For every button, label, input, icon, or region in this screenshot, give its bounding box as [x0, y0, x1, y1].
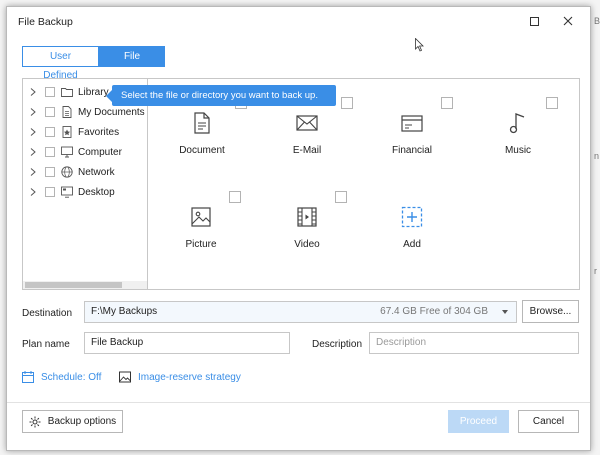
image-icon	[119, 371, 131, 383]
tab-user-defined[interactable]: User Defined	[22, 46, 99, 81]
chevron-right-icon[interactable]	[29, 168, 37, 176]
file-type-label: Add	[403, 239, 421, 250]
desktop-icon	[61, 186, 73, 198]
background-text: n	[594, 151, 600, 161]
tree-item-library[interactable]: Library	[29, 84, 109, 100]
tree-checkbox[interactable]	[45, 147, 55, 157]
tree-item-computer[interactable]: Computer	[29, 144, 122, 160]
chevron-right-icon[interactable]	[29, 88, 37, 96]
tree-checkbox[interactable]	[45, 87, 55, 97]
tree-item-label: Network	[78, 166, 115, 178]
cancel-button[interactable]: Cancel	[518, 410, 579, 433]
backup-options-label: Backup options	[47, 416, 117, 427]
schedule-link-label: Schedule: Off	[41, 371, 102, 383]
tree-item-label: Favorites	[78, 126, 120, 138]
plan-name-value: File Backup	[91, 337, 144, 348]
file-type-checkbox-picture[interactable]	[229, 191, 241, 203]
tree-checkbox[interactable]	[45, 167, 55, 177]
destination-label: Destination	[22, 308, 73, 319]
tree-horizontal-scrollbar[interactable]	[23, 281, 147, 289]
music-icon	[509, 113, 525, 134]
file-type-picture[interactable]: Picture	[161, 205, 241, 250]
close-icon	[563, 16, 573, 26]
tree-checkbox[interactable]	[45, 187, 55, 197]
tree-item-desktop[interactable]: Desktop	[29, 184, 115, 200]
background-text: Br	[594, 16, 600, 26]
email-icon	[296, 115, 318, 131]
maximize-button[interactable]	[525, 13, 543, 29]
tab-file-type[interactable]: File Type	[99, 46, 165, 81]
tree-item-label: Computer	[78, 146, 122, 158]
image-reserve-link-label: Image-reserve strategy	[138, 371, 241, 383]
tree-checkbox[interactable]	[45, 127, 55, 137]
description-input[interactable]: Description	[369, 332, 579, 354]
chevron-right-icon[interactable]	[29, 108, 37, 116]
document-icon	[62, 106, 72, 118]
browse-button[interactable]: Browse...	[522, 300, 579, 323]
backup-options-button[interactable]: Backup options	[22, 410, 123, 433]
scrollbar-thumb[interactable]	[25, 282, 122, 288]
file-type-label: E-Mail	[292, 145, 322, 156]
file-type-checkbox-music[interactable]	[546, 97, 558, 109]
tooltip: Select the file or directory you want to…	[106, 85, 336, 106]
file-type-financial[interactable]: Financial	[372, 111, 452, 156]
proceed-button[interactable]: Proceed	[448, 410, 509, 433]
plan-name-label: Plan name	[22, 339, 70, 350]
tree-item-favorites[interactable]: Favorites	[29, 124, 119, 140]
tree-item-label: My Documents	[78, 106, 145, 118]
tree-item-label: Library	[78, 86, 109, 98]
mouse-cursor-icon	[415, 38, 424, 52]
file-backup-dialog: File Backup User Defined File Type Libra…	[6, 6, 591, 451]
file-type-label: Document	[179, 145, 225, 156]
chevron-right-icon[interactable]	[29, 188, 37, 196]
network-icon	[61, 166, 73, 178]
title-bar: File Backup	[7, 7, 590, 35]
description-label: Description	[312, 339, 363, 350]
document-icon	[194, 112, 210, 134]
file-type-checkbox-financial[interactable]	[441, 97, 453, 109]
file-type-label: Picture	[185, 239, 217, 250]
file-type-email[interactable]: E-Mail	[267, 111, 347, 156]
background-text: r	[594, 266, 597, 276]
tree-item-my-documents[interactable]: My Documents	[29, 104, 145, 120]
chevron-right-icon[interactable]	[29, 128, 37, 136]
directory-tree: Library My Documents Favorites Computer	[23, 79, 148, 289]
description-placeholder: Description	[376, 337, 427, 348]
file-type-document[interactable]: Document	[162, 111, 242, 156]
chevron-right-icon[interactable]	[29, 148, 37, 156]
gear-icon	[29, 416, 41, 427]
close-button[interactable]	[559, 13, 577, 29]
favorites-icon	[62, 126, 72, 138]
computer-icon	[61, 146, 73, 158]
add-icon[interactable]	[400, 205, 424, 229]
folder-icon	[61, 88, 73, 97]
tree-item-network[interactable]: Network	[29, 164, 115, 180]
plan-name-input[interactable]: File Backup	[84, 332, 290, 354]
destination-select[interactable]: F:\My Backups 67.4 GB Free of 304 GB	[84, 301, 517, 323]
video-icon	[297, 207, 317, 227]
file-type-add[interactable]: Add	[372, 205, 452, 250]
image-reserve-link[interactable]: Image-reserve strategy	[119, 371, 241, 383]
calendar-icon	[22, 371, 34, 383]
financial-icon	[401, 115, 423, 132]
file-type-label: Video	[294, 239, 320, 250]
tree-item-label: Desktop	[78, 186, 115, 198]
file-type-video[interactable]: Video	[267, 205, 347, 250]
tree-checkbox[interactable]	[45, 107, 55, 117]
chevron-down-icon[interactable]	[502, 310, 508, 314]
footer-divider	[7, 402, 590, 403]
file-type-label: Financial	[391, 145, 433, 156]
destination-value: F:\My Backups	[91, 306, 158, 317]
window-title: File Backup	[18, 16, 73, 28]
file-type-label: Music	[504, 145, 532, 156]
file-type-checkbox-email[interactable]	[341, 97, 353, 109]
schedule-link[interactable]: Schedule: Off	[22, 371, 101, 383]
source-panel: Library My Documents Favorites Computer	[22, 78, 580, 290]
maximize-icon	[529, 16, 539, 26]
source-tabs: User Defined File Type	[22, 46, 165, 81]
file-type-music[interactable]: Music	[478, 111, 558, 156]
picture-icon	[191, 207, 211, 227]
free-space-text: 67.4 GB Free of 304 GB	[380, 306, 488, 317]
file-type-checkbox-video[interactable]	[335, 191, 347, 203]
